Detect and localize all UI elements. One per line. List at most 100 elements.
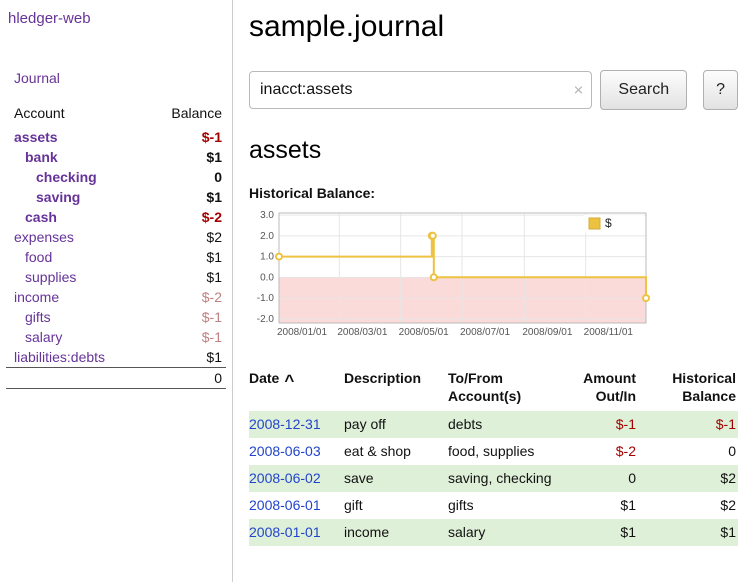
account-row: expenses $2: [6, 227, 226, 247]
transaction-description: gift: [344, 492, 448, 519]
account-row: bank $1: [6, 147, 226, 167]
account-row: supplies $1: [6, 267, 226, 287]
accounts-header-row: Account Balance: [6, 102, 226, 127]
account-balance: $-2: [141, 287, 226, 307]
transaction-date-link[interactable]: 2008-06-01: [249, 497, 321, 513]
account-row: food $1: [6, 247, 226, 267]
account-link[interactable]: expenses: [14, 229, 74, 245]
account-link[interactable]: checking: [36, 169, 97, 185]
svg-text:2.0: 2.0: [260, 231, 274, 242]
svg-text:2008/05/01: 2008/05/01: [399, 327, 449, 338]
account-heading: assets: [249, 136, 738, 165]
account-link[interactable]: food: [25, 249, 52, 265]
app-root: hledger-web Journal Account Balance asse…: [0, 0, 742, 582]
search-button[interactable]: Search: [600, 70, 687, 110]
account-row: assets$-1: [6, 127, 226, 147]
account-row: saving $1: [6, 187, 226, 207]
svg-text:-1.0: -1.0: [257, 293, 275, 304]
account-balance: 0: [141, 167, 226, 187]
register-header-balance: Historical Balance: [644, 367, 738, 411]
transaction-date-link[interactable]: 2008-06-02: [249, 470, 321, 486]
account-link[interactable]: salary: [25, 329, 62, 345]
svg-text:1.0: 1.0: [260, 252, 274, 263]
historical-balance-chart: 3.0 2.0 1.0 0.0 -1.0 -2.02008/01/01 2008/03/01…: [249, 209, 651, 349]
transaction-accounts: debts: [448, 411, 560, 438]
account-row: gifts$-1: [6, 307, 226, 327]
account-link[interactable]: gifts: [25, 309, 51, 325]
svg-text:-2.0: -2.0: [257, 314, 275, 325]
accounts-body: assets$-1bank$1checking0saving$1cash$-2e…: [6, 127, 226, 368]
chart-negative-region: [279, 277, 646, 323]
register-header-date[interactable]: Date^: [249, 367, 344, 411]
account-link[interactable]: liabilities:debts: [14, 349, 105, 365]
register-row[interactable]: 2008-01-01incomesalary$1$1: [249, 519, 738, 546]
accounts-total-row: 0: [6, 368, 226, 389]
register-header-description: Description: [344, 367, 448, 411]
chart-point: [430, 233, 436, 239]
register-row[interactable]: 2008-06-02savesaving, checking0$2: [249, 465, 738, 492]
account-balance: $2: [141, 227, 226, 247]
transaction-description: eat & shop: [344, 438, 448, 465]
transaction-amount: $1: [560, 492, 644, 519]
register-body: 2008-12-31pay offdebts$-1$-1 2008-06-03 ea…: [249, 411, 738, 545]
transaction-balance: $2: [644, 465, 738, 492]
transaction-balance: $2: [644, 492, 738, 519]
register-header-accounts: To/From Account(s): [448, 367, 560, 411]
svg-text:2008/09/01: 2008/09/01: [522, 327, 572, 338]
account-row: salary $-1: [6, 327, 226, 347]
account-balance: $1: [141, 267, 226, 287]
transaction-balance: 0: [644, 438, 738, 465]
transaction-date-link[interactable]: 2008-12-31: [249, 416, 321, 432]
transaction-accounts: saving, checking: [448, 465, 560, 492]
account-balance: $1: [141, 147, 226, 167]
page-title: sample.journal: [249, 10, 738, 44]
clear-search-icon[interactable]: ×: [573, 82, 583, 99]
svg-text:2008/03/01: 2008/03/01: [337, 327, 387, 338]
transaction-balance: $1: [644, 519, 738, 546]
account-link[interactable]: supplies: [25, 269, 76, 285]
app-title-link[interactable]: hledger-web: [8, 10, 91, 27]
account-balance: $1: [141, 247, 226, 267]
accounts-header-balance: Balance: [141, 102, 226, 127]
help-button[interactable]: ?: [703, 70, 738, 110]
chart-point: [431, 274, 437, 280]
account-balance: $-2: [141, 207, 226, 227]
svg-text:0.0: 0.0: [260, 272, 274, 283]
svg-text:2008/01/01: 2008/01/01: [277, 327, 327, 338]
register-header-row: Date^ Description To/From Account(s) Amo…: [249, 367, 738, 411]
sidebar: hledger-web Journal Account Balance asse…: [0, 0, 233, 582]
register-row[interactable]: 2008-06-03 eat & shopfood, supplies$-20: [249, 438, 738, 465]
search-input[interactable]: [249, 71, 592, 109]
account-link[interactable]: assets: [14, 129, 58, 145]
svg-text:3.0: 3.0: [260, 210, 274, 221]
account-link[interactable]: bank: [25, 149, 58, 165]
account-link[interactable]: saving: [36, 189, 80, 205]
transaction-date-link[interactable]: 2008-06-03: [249, 443, 321, 459]
account-row: income $-2: [6, 287, 226, 307]
account-balance: $-1: [141, 327, 226, 347]
register-table: Date^ Description To/From Account(s) Amo…: [249, 367, 738, 546]
journal-nav-link[interactable]: Journal: [14, 70, 60, 86]
register-row[interactable]: 2008-12-31pay offdebts$-1$-1: [249, 411, 738, 438]
register-row[interactable]: 2008-06-01giftgifts$1$2: [249, 492, 738, 519]
chart-title-label: Historical Balance:: [249, 185, 738, 201]
account-balance: $1: [141, 187, 226, 207]
svg-text:2008/07/01: 2008/07/01: [460, 327, 510, 338]
chart-legend-swatch: [589, 218, 600, 229]
account-row: liabilities:debts $1: [6, 347, 226, 368]
transaction-amount: 0: [560, 465, 644, 492]
account-row: checking 0: [6, 167, 226, 187]
account-balance: $1: [141, 347, 226, 368]
transaction-amount: $-2: [560, 438, 644, 465]
sort-ascending-icon: ^: [284, 370, 294, 392]
transaction-amount: $-1: [560, 411, 644, 438]
chart-point: [643, 295, 649, 301]
account-link[interactable]: cash: [25, 209, 57, 225]
transaction-date-link[interactable]: 2008-01-01: [249, 524, 321, 540]
transaction-accounts: food, supplies: [448, 438, 560, 465]
chart-point: [276, 254, 282, 260]
chart-legend-label: $: [605, 216, 612, 230]
account-link[interactable]: income: [14, 289, 59, 305]
account-row: cash $-2: [6, 207, 226, 227]
main-content: sample.journal × Search ? assets Histori…: [234, 0, 742, 582]
